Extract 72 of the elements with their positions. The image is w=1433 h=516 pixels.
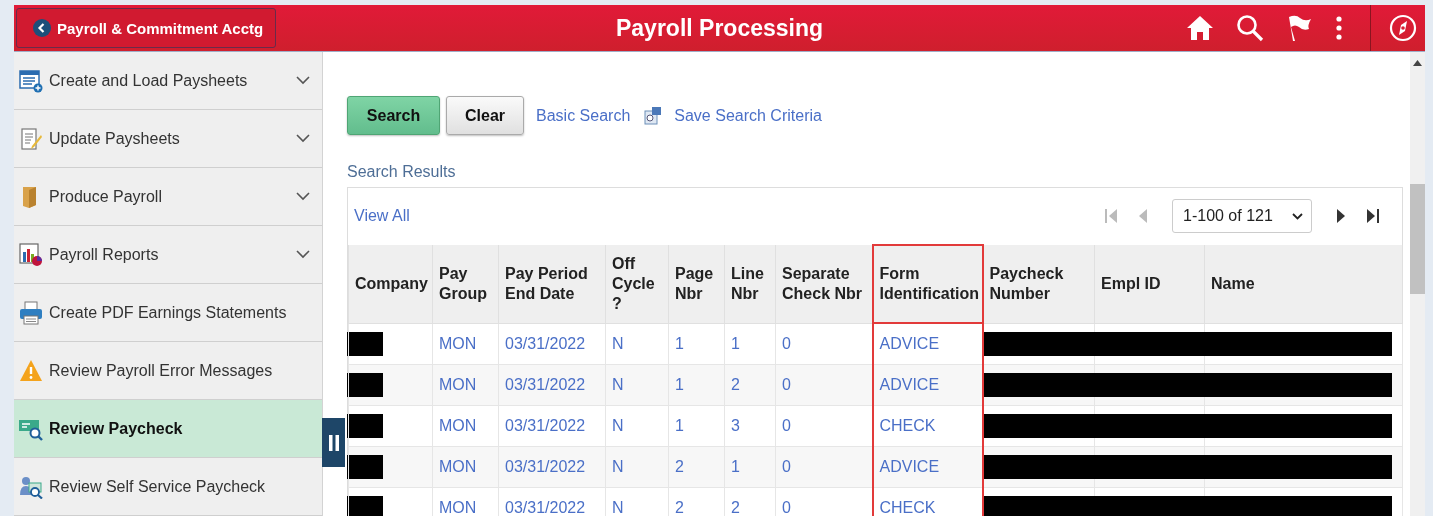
page-title: Payroll Processing [615,14,824,42]
table-cell-link[interactable]: 2 [731,376,740,393]
column-header[interactable]: Empl ID [1094,245,1205,323]
sidebar-item[interactable]: Review Paycheck [14,400,322,458]
last-page-icon[interactable] [1366,208,1380,224]
table-cell-link[interactable]: N [612,376,624,393]
home-icon[interactable] [1186,15,1214,41]
column-header[interactable]: Line Nbr [724,245,776,323]
page-range-dropdown[interactable]: 1-100 of 121 [1172,199,1312,233]
sidebar-item[interactable]: Create and Load Paysheets [14,52,322,110]
column-header[interactable]: Page Nbr [668,245,725,323]
column-header[interactable]: Separate Check Nbr [775,245,873,323]
chevron-down-icon[interactable] [296,134,310,143]
section-title: Search Results [347,163,457,181]
table-cell-link[interactable]: 0 [782,334,791,352]
table-cell-link[interactable]: 0 [782,458,791,475]
flag-icon[interactable] [1286,14,1312,42]
compass-icon[interactable] [1389,14,1417,42]
table-cell-link[interactable]: N [612,417,624,434]
table-cell-link[interactable]: 2 [675,458,684,475]
column-header[interactable]: Paycheck Number [982,245,1095,323]
table-cell-link[interactable]: 2 [731,499,740,516]
caret-icon [1292,212,1303,220]
list-icon [19,68,43,93]
column-header[interactable]: Name [1204,245,1403,323]
save-search-criteria-link[interactable]: Save Search Criteria [674,106,822,125]
table-cell-link[interactable]: 1 [731,334,740,352]
search-icon[interactable] [1236,14,1264,42]
table-cell-link[interactable]: 1 [731,458,740,475]
table-cell-link[interactable]: 3 [731,417,740,434]
table-cell-link[interactable]: 1 [675,376,684,393]
column-header[interactable]: Pay Group [432,245,499,323]
column-header[interactable]: Pay Period End Date [498,245,606,323]
chevron-down-icon[interactable] [296,250,310,259]
table-cell-link[interactable]: 0 [782,417,791,434]
table-cell-link[interactable]: N [612,499,624,516]
table-cell-link[interactable]: N [612,458,624,475]
chevron-down-icon[interactable] [296,192,310,201]
column-header[interactable]: Form Identification [872,245,983,323]
warning-icon [19,358,43,383]
basic-search-link[interactable]: Basic Search [536,106,631,125]
sidebar-item[interactable]: Review Self Service Paycheck [14,458,322,516]
pause-icon [328,434,339,451]
table-cell-link[interactable]: N [612,334,624,352]
table-cell-link[interactable]: 1 [675,417,684,434]
scrollbar-thumb[interactable] [1410,184,1425,294]
scroll-up-icon[interactable] [1413,60,1422,66]
sidebar-item[interactable]: Create PDF Earnings Statements [14,284,322,342]
column-header[interactable]: Off Cycle ? [605,245,669,323]
save-criteria-icon[interactable] [644,106,663,125]
clear-button[interactable]: Clear [446,96,525,135]
table-cell-link[interactable]: 0 [782,499,791,516]
chevron-down-icon[interactable] [296,76,310,85]
sidebar-item[interactable]: Produce Payroll [14,168,322,226]
sidebar-item[interactable]: Payroll Reports [14,226,322,284]
scrollbar[interactable] [1410,52,1425,516]
table-cell-link[interactable]: 1 [675,334,684,352]
back-button[interactable]: Payroll & Commitment Acctg [16,8,276,48]
next-page-icon[interactable] [1336,208,1346,224]
search-button[interactable]: Search [347,96,440,135]
printer-icon [19,300,43,325]
table-cell-link[interactable]: 0 [782,376,791,393]
chart-icon [19,242,43,267]
person-search-icon [19,474,43,499]
sidebar-item[interactable]: Update Paysheets [14,110,322,168]
column-header[interactable]: Company [348,245,433,323]
view-all-link[interactable]: View All [354,207,410,225]
collapse-handle[interactable] [322,418,345,467]
document-edit-icon [19,126,43,151]
back-icon [33,19,51,37]
menu-icon[interactable] [1334,15,1344,41]
table-cell-link[interactable]: 2 [675,499,684,516]
